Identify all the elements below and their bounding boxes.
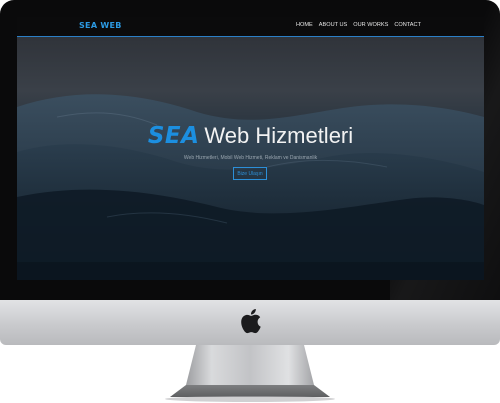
hero-cta-button[interactable]: Bize Ulaşın: [233, 167, 267, 180]
nav-item-our-works[interactable]: OUR WORKS: [353, 22, 388, 28]
hero-title-brand: SEA: [147, 123, 200, 149]
site-nav-menu: HOME ABOUT US OUR WORKS CONTACT: [296, 22, 421, 28]
apple-icon: [241, 309, 261, 334]
nav-item-home[interactable]: HOME: [296, 22, 313, 28]
hero-title-rest: Web Hizmetleri: [204, 123, 354, 148]
hero-subtitle: Web Hizmetleri, Mobil Web Hizmeti, Rekla…: [183, 155, 318, 161]
monitor-stand: [165, 345, 335, 402]
site-navbar: SEA WEB HOME ABOUT US OUR WORKS CONTACT: [17, 17, 484, 37]
nav-item-about-us[interactable]: ABOUT US: [319, 22, 348, 28]
site-logo[interactable]: SEA WEB: [79, 21, 122, 30]
hero-title: SEA Web Hizmetleri: [17, 123, 484, 149]
website-screen: SEA WEB HOME ABOUT US OUR WORKS CONTACT …: [17, 17, 484, 280]
nav-item-contact[interactable]: CONTACT: [394, 22, 421, 28]
imac-mockup: SEA WEB HOME ABOUT US OUR WORKS CONTACT …: [0, 0, 500, 403]
